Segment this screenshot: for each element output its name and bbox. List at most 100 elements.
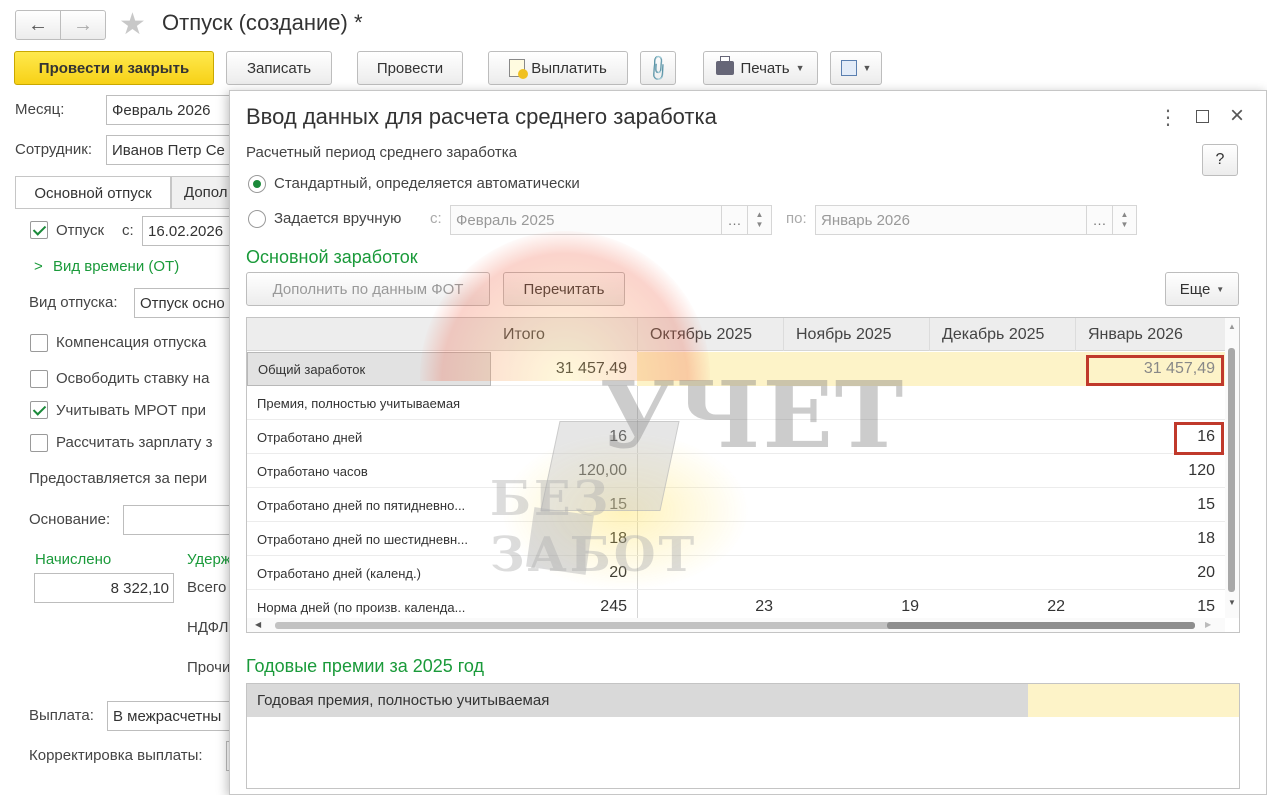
scroll-thumb[interactable] bbox=[1228, 348, 1235, 592]
section-annual-bonus: Годовые премии за 2025 год bbox=[246, 656, 485, 676]
cell-total[interactable]: 18 bbox=[491, 522, 637, 556]
tab-main-vacation[interactable]: Основной отпуск bbox=[15, 176, 171, 209]
col-oct: Октябрь 2025 bbox=[637, 318, 783, 351]
star-icon[interactable]: ★ bbox=[119, 7, 146, 42]
month-field[interactable]: Февраль 2026 bbox=[106, 95, 236, 125]
compensation-checkbox[interactable] bbox=[30, 334, 48, 352]
help-button[interactable]: ? bbox=[1202, 144, 1238, 176]
vacation-type-field[interactable]: Отпуск осно bbox=[134, 288, 236, 318]
cell-nov[interactable] bbox=[783, 488, 929, 522]
cell-total[interactable]: 20 bbox=[491, 556, 637, 590]
fill-fot-button[interactable]: Дополнить по данным ФОТ bbox=[246, 272, 490, 306]
table-row[interactable]: Отработано дней (календ.) 20 20 bbox=[247, 556, 1225, 590]
cell-dec[interactable] bbox=[929, 352, 1075, 386]
horizontal-scrollbar[interactable]: ◀ ▶ bbox=[247, 618, 1225, 632]
scroll-up-icon[interactable]: ▲ bbox=[1228, 322, 1236, 331]
cell-jan[interactable]: 15 bbox=[1075, 488, 1225, 522]
free-rate-checkbox[interactable] bbox=[30, 370, 48, 388]
cell-dec[interactable] bbox=[929, 522, 1075, 556]
back-button[interactable]: ← bbox=[15, 10, 61, 40]
employee-field[interactable]: Иванов Петр Се bbox=[106, 135, 236, 165]
cell-oct[interactable] bbox=[637, 420, 783, 454]
cell-total[interactable]: 31 457,49 bbox=[491, 352, 637, 386]
cell-jan[interactable] bbox=[1075, 386, 1225, 420]
cell-dec[interactable] bbox=[929, 420, 1075, 454]
cell-oct[interactable] bbox=[637, 454, 783, 488]
cell-oct[interactable] bbox=[637, 352, 783, 386]
to-field[interactable]: Январь 2026 … ▲ ▼ bbox=[815, 205, 1137, 235]
mrot-checkbox[interactable] bbox=[30, 401, 48, 419]
bonus-row-value[interactable] bbox=[1028, 684, 1239, 717]
cell-dec[interactable] bbox=[929, 488, 1075, 522]
post-button[interactable]: Провести bbox=[357, 51, 463, 85]
cell-total[interactable] bbox=[491, 386, 637, 420]
cell-dec[interactable] bbox=[929, 556, 1075, 590]
spinner-icon[interactable]: ▲ ▼ bbox=[747, 206, 771, 234]
cell-jan[interactable]: 120 bbox=[1075, 454, 1225, 488]
cell-oct[interactable] bbox=[637, 522, 783, 556]
ellipsis-icon[interactable]: … bbox=[721, 206, 747, 234]
vacation-from-label: с: bbox=[122, 222, 134, 239]
vacation-from-field[interactable]: 16.02.2026 bbox=[142, 216, 236, 246]
ellipsis-icon[interactable]: … bbox=[1086, 206, 1112, 234]
cell-nov[interactable] bbox=[783, 386, 929, 420]
close-icon[interactable]: × bbox=[1230, 102, 1244, 130]
cell-oct[interactable] bbox=[637, 488, 783, 522]
more-actions-button[interactable]: ▼ bbox=[830, 51, 882, 85]
table-row[interactable]: Общий заработок 31 457,49 31 457,49 bbox=[247, 352, 1225, 386]
cell-total[interactable]: 16 bbox=[491, 420, 637, 454]
attach-button[interactable]: 📎 bbox=[640, 51, 676, 85]
cell-dec[interactable] bbox=[929, 386, 1075, 420]
scroll-right-icon[interactable]: ▶ bbox=[1205, 620, 1211, 629]
from-value: Февраль 2025 bbox=[456, 211, 555, 229]
calc-salary-checkbox[interactable] bbox=[30, 434, 48, 452]
table-row[interactable]: Отработано дней по пятидневно... 15 15 bbox=[247, 488, 1225, 522]
arrow-right-icon: → bbox=[73, 13, 93, 36]
cell-nov[interactable] bbox=[783, 454, 929, 488]
row-name: Общий заработок bbox=[247, 352, 491, 386]
cell-nov[interactable] bbox=[783, 522, 929, 556]
forward-button[interactable]: → bbox=[60, 10, 106, 40]
more-button[interactable]: Еще ▼ bbox=[1165, 272, 1239, 306]
cell-nov[interactable] bbox=[783, 420, 929, 454]
cell-jan[interactable]: 20 bbox=[1075, 556, 1225, 590]
cell-nov[interactable] bbox=[783, 556, 929, 590]
row-name: Отработано часов bbox=[257, 463, 368, 479]
from-field[interactable]: Февраль 2025 … ▲ ▼ bbox=[450, 205, 772, 235]
scroll-thumb-active[interactable] bbox=[887, 622, 1195, 629]
radio-manual[interactable] bbox=[248, 210, 266, 228]
time-type-link[interactable]: > Вид времени (ОТ) bbox=[34, 258, 179, 275]
cell-oct[interactable] bbox=[637, 386, 783, 420]
col-jan: Январь 2026 bbox=[1075, 318, 1225, 351]
cell-oct[interactable] bbox=[637, 556, 783, 590]
cell-nov[interactable] bbox=[783, 352, 929, 386]
save-button[interactable]: Записать bbox=[226, 51, 332, 85]
basis-field[interactable] bbox=[123, 505, 236, 535]
payment-field[interactable]: В межрасчетны bbox=[107, 701, 236, 731]
table-row[interactable]: Отработано дней 16 16 bbox=[247, 420, 1225, 454]
cell-dec[interactable] bbox=[929, 454, 1075, 488]
table-row[interactable]: Отработано часов 120,00 120 bbox=[247, 454, 1225, 488]
spinner-icon[interactable]: ▲ ▼ bbox=[1112, 206, 1136, 234]
cell-jan[interactable]: 18 bbox=[1075, 522, 1225, 556]
cell-total[interactable]: 120,00 bbox=[491, 454, 637, 488]
recalc-button[interactable]: Перечитать bbox=[503, 272, 625, 306]
to-label: по: bbox=[786, 210, 807, 227]
kebab-menu-icon[interactable]: ⋮ bbox=[1158, 105, 1178, 130]
accrued-field[interactable]: 8 322,10 bbox=[34, 573, 174, 603]
vacation-checkbox[interactable] bbox=[30, 221, 48, 239]
table-row[interactable]: Отработано дней по шестидневн... 18 18 bbox=[247, 522, 1225, 556]
scroll-down-icon[interactable]: ▼ bbox=[1228, 598, 1236, 607]
cell-total[interactable]: 15 bbox=[491, 488, 637, 522]
radio-standard[interactable] bbox=[248, 175, 266, 193]
dialog-title: Ввод данных для расчета среднего заработ… bbox=[246, 104, 717, 129]
print-button[interactable]: Печать ▼ bbox=[703, 51, 818, 85]
maximize-icon[interactable] bbox=[1196, 110, 1209, 123]
post-and-close-button[interactable]: Провести и закрыть bbox=[14, 51, 214, 85]
pay-button[interactable]: Выплатить bbox=[488, 51, 628, 85]
scroll-left-icon[interactable]: ◀ bbox=[255, 620, 261, 629]
table-row[interactable]: Премия, полностью учитываемая bbox=[247, 386, 1225, 420]
vertical-scrollbar[interactable]: ▲ ▼ bbox=[1225, 318, 1239, 618]
adjust-label: Корректировка выплаты: bbox=[29, 747, 203, 764]
bonus-row[interactable]: Годовая премия, полностью учитываемая bbox=[247, 684, 1239, 717]
